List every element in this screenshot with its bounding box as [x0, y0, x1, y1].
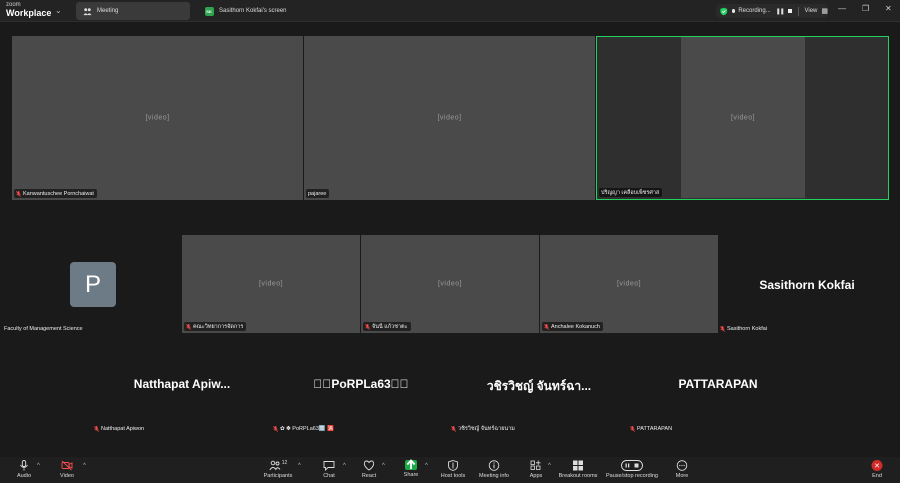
- participant-label: Faculty of Management Science: [4, 325, 83, 332]
- recording-indicator[interactable]: Recording... ❚❚ View ▦: [716, 4, 828, 18]
- participant-label: PATTARAPAN: [630, 424, 672, 433]
- participant-label: จันนี แก้วชาตะ: [363, 322, 411, 331]
- meeting-icon: [82, 6, 92, 16]
- mic-muted-icon: [630, 425, 635, 432]
- share-screen-icon: [405, 458, 417, 470]
- video-feed-placeholder: [video]: [540, 235, 718, 333]
- zoom-workplace-logo[interactable]: zoom Workplace: [6, 2, 51, 18]
- meeting-info-button[interactable]: Meeting info: [472, 460, 516, 479]
- participant-display-name: วชิรวิชญ์ จันทร์ฉา...: [486, 379, 592, 393]
- avatar: P: [70, 262, 116, 307]
- mic-muted-icon: [94, 425, 99, 432]
- apps-button[interactable]: Apps: [514, 460, 558, 479]
- meeting-toolbar: Audio ^ Video ^ 12 Participants ^ Chat ^…: [0, 457, 900, 483]
- title-bar: zoom Workplace ⌄ Meeting SK Sasithorn Ko…: [0, 0, 900, 22]
- breakout-rooms-icon: [573, 460, 583, 471]
- mic-muted-icon: [544, 323, 549, 330]
- tab-meeting[interactable]: Meeting: [76, 2, 190, 20]
- pause-recording-icon[interactable]: ❚❚: [776, 8, 785, 15]
- mic-muted-icon: [186, 323, 191, 330]
- microphone-icon: [20, 460, 28, 471]
- video-feed-placeholder: [video]: [304, 36, 595, 200]
- video-feed-placeholder: [video]: [182, 235, 360, 333]
- pause-stop-recording-icon: [621, 460, 643, 471]
- heart-icon: [363, 460, 375, 471]
- participant-label: Natthapat Apiwon: [94, 424, 144, 433]
- sk-badge-icon: SK: [204, 6, 214, 16]
- participant-label: Anchalee Kokanuch: [542, 322, 603, 331]
- stop-recording-icon[interactable]: [787, 9, 792, 13]
- chevron-up-icon[interactable]: ^: [37, 463, 40, 469]
- participant-label: pajaree: [306, 189, 330, 198]
- pause-stop-recording-button[interactable]: Pause/stop recording: [602, 460, 662, 479]
- participant-label: Sasithorn Kokfai: [720, 324, 767, 333]
- participant-label: Kanwantuschee Pornchaiwat: [14, 189, 97, 198]
- chevron-down-icon[interactable]: ⌄: [55, 6, 62, 15]
- restore-icon[interactable]: ❐: [862, 4, 869, 13]
- info-icon: [488, 460, 500, 471]
- participant-label: ✿ ✽ PoRPLa63🈳 🈵: [273, 424, 334, 433]
- participant-display-name: Natthapat Apiw...: [133, 377, 231, 391]
- tab-screen-share-label: Sasithorn Kokfai's screen: [219, 8, 287, 14]
- participants-button[interactable]: 12 Participants: [256, 460, 300, 479]
- video-tile[interactable]: [video] Anchalee Kokanuch: [540, 235, 718, 333]
- brand-line2: Workplace: [6, 8, 52, 18]
- active-speaker-tile[interactable]: [video] ปริญญา เคลือบเพ็ชรศาส: [596, 36, 889, 200]
- video-tile[interactable]: [video] จันนี แก้วชาตะ: [361, 235, 539, 333]
- participant-label: ปริญญา เคลือบเพ็ชรศาส: [599, 188, 663, 197]
- video-feed-placeholder: [video]: [12, 36, 303, 200]
- shield-icon: [448, 460, 458, 471]
- host-tools-button[interactable]: Host tools: [431, 460, 475, 479]
- video-feed-placeholder: [video]: [681, 37, 805, 198]
- chat-icon: [323, 461, 335, 471]
- chevron-up-icon[interactable]: ^: [298, 463, 301, 469]
- mic-muted-icon: [451, 425, 456, 432]
- apps-icon: [530, 460, 541, 470]
- mic-muted-icon: [16, 190, 21, 197]
- minimize-icon[interactable]: —: [838, 4, 846, 13]
- mic-muted-icon: [720, 325, 725, 332]
- close-icon: ✕: [871, 460, 883, 471]
- video-tile[interactable]: [video] Kanwantuschee Pornchaiwat: [12, 36, 303, 200]
- chevron-up-icon[interactable]: ^: [83, 463, 86, 469]
- view-button[interactable]: View: [804, 8, 817, 14]
- participant-label: วชิรวิชญ์ จันทร์ฉายนาม: [451, 424, 515, 433]
- close-icon[interactable]: ✕: [885, 4, 892, 13]
- more-button[interactable]: More: [660, 460, 704, 479]
- participant-display-name:   PoRPLa63  : [313, 377, 409, 391]
- breakout-rooms-button[interactable]: Breakout rooms: [556, 460, 600, 479]
- shield-icon: [720, 7, 728, 15]
- participant-label: คณะวิทยาการจัดการ: [184, 322, 247, 331]
- participant-display-name: PATTARAPAN: [678, 377, 758, 391]
- video-off-icon: [61, 460, 73, 471]
- chevron-up-icon[interactable]: ^: [425, 463, 428, 469]
- chevron-up-icon[interactable]: ^: [343, 463, 346, 469]
- video-feed-placeholder: [video]: [361, 235, 539, 333]
- chevron-up-icon[interactable]: ^: [548, 463, 551, 469]
- chevron-up-icon[interactable]: ^: [382, 463, 385, 469]
- recording-label: Recording...: [738, 8, 771, 14]
- grid-view-icon: ▦: [821, 8, 828, 15]
- mic-muted-icon: [365, 323, 370, 330]
- tab-meeting-label: Meeting: [97, 8, 119, 14]
- video-tile[interactable]: [video] pajaree: [304, 36, 595, 200]
- participant-display-name: Sasithorn Kokfai: [759, 278, 855, 292]
- mic-muted-icon: [273, 425, 278, 432]
- end-meeting-button[interactable]: ✕ End: [871, 460, 883, 479]
- video-tile[interactable]: [video] คณะวิทยาการจัดการ: [182, 235, 360, 333]
- participants-count: 12: [281, 460, 288, 466]
- divider: [797, 6, 799, 16]
- more-icon: [676, 460, 688, 471]
- recording-cloud-icon: [731, 9, 736, 13]
- participants-icon: [269, 460, 281, 471]
- tab-screen-share[interactable]: SK Sasithorn Kokfai's screen: [198, 2, 308, 20]
